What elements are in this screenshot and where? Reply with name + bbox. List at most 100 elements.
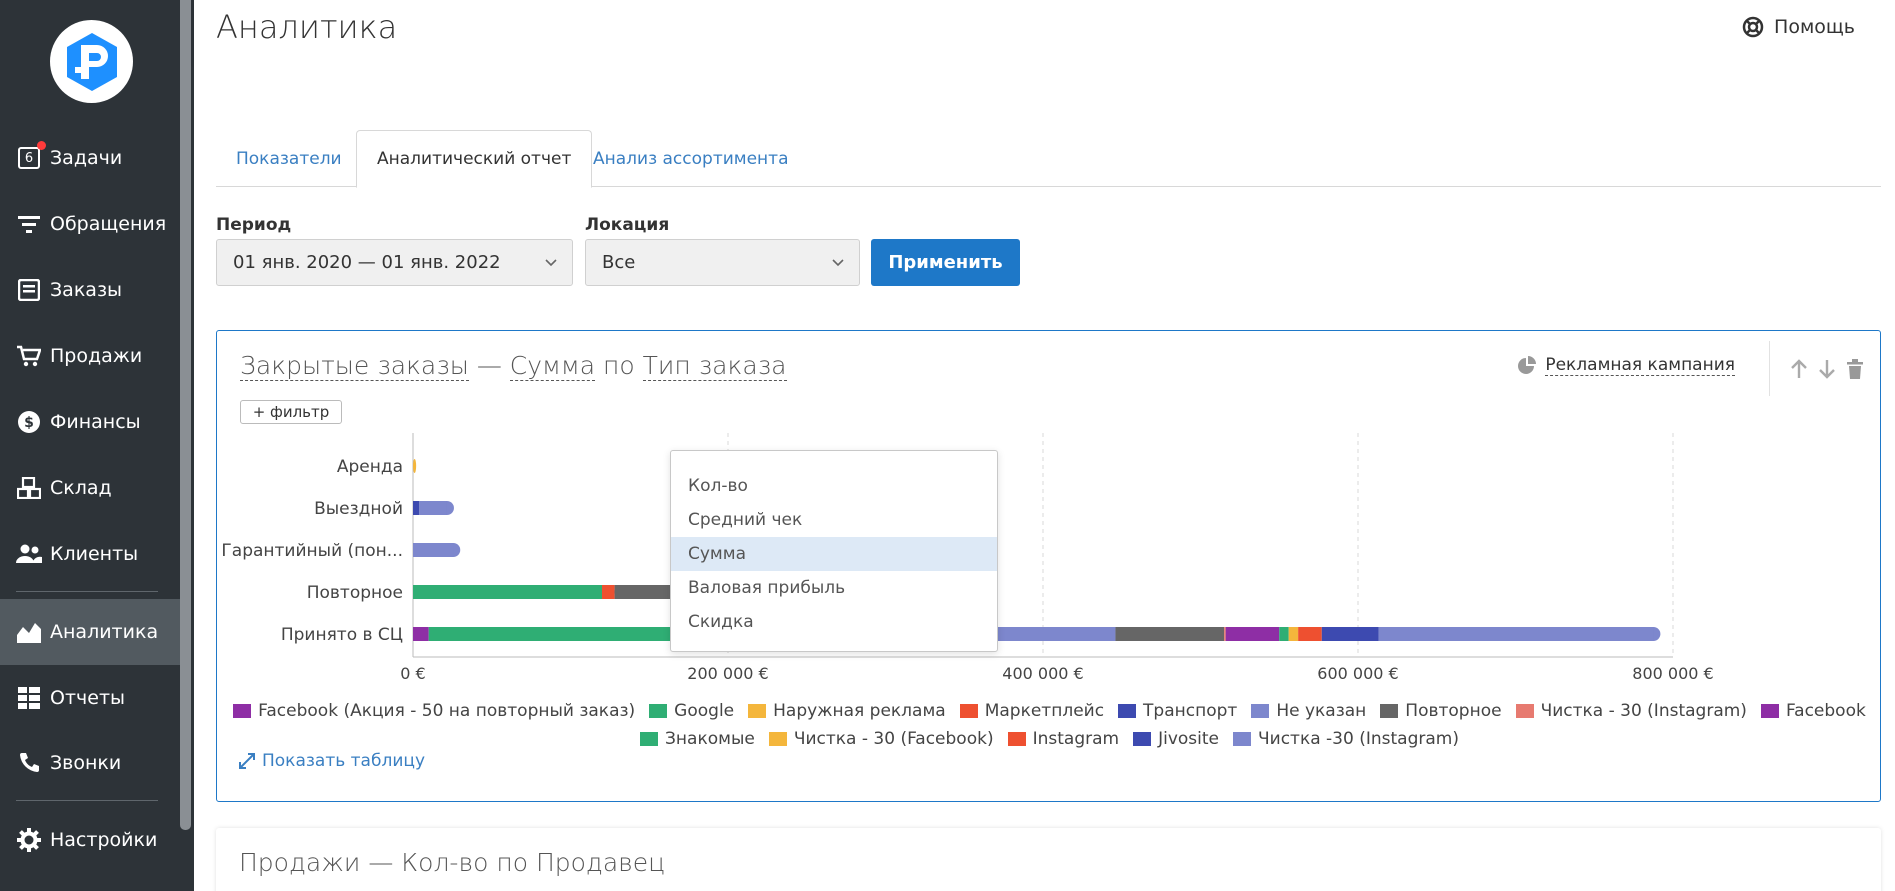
stacked-bar-chart: 0 € 200 000 € 400 000 € 600 000 € 800 000 € А…	[221, 433, 1714, 681]
x-tick-label: 800 000 €	[1632, 664, 1713, 681]
sidebar-item-warehouse[interactable]: Склад	[0, 456, 180, 520]
sidebar-item-label: Клиенты	[50, 543, 139, 565]
legend-label: Транспорт	[1143, 701, 1238, 721]
report-card: Закрытые заказы — Сумма по Тип заказа Ре…	[216, 330, 1881, 802]
sidebar-item-clients[interactable]: Клиенты	[0, 522, 180, 586]
legend-label: Чистка - 30 (Instagram)	[1540, 701, 1747, 721]
bar-segment[interactable]	[1224, 627, 1226, 641]
bar-segment[interactable]	[419, 501, 447, 515]
report-metric[interactable]: Кол-во	[401, 848, 488, 877]
sidebar-item-label: Аналитика	[50, 621, 159, 643]
dollar-icon: $	[16, 409, 42, 435]
bar-segment[interactable]	[1378, 627, 1654, 641]
metric-option[interactable]: Сумма	[671, 537, 997, 571]
legend-item[interactable]: Чистка - 30 (Facebook)	[768, 729, 994, 749]
sidebar-item-calls[interactable]: Звонки	[0, 731, 180, 795]
sidebar-item-label: Отчеты	[50, 687, 126, 709]
sidebar-item-reports[interactable]: Отчеты	[0, 666, 180, 730]
location-label: Локация	[585, 215, 670, 235]
sidebar-item-tasks[interactable]: 6 Задачи	[0, 126, 180, 190]
tab-analytic-report[interactable]: Аналитический отчет	[356, 130, 593, 188]
report-group[interactable]: Продавец	[536, 848, 665, 877]
tab-assortment-analysis[interactable]: Анализ ассортимента	[573, 130, 809, 187]
legend-item[interactable]: Facebook (Акция - 50 на повторный заказ)	[233, 701, 635, 721]
legend-label: Маркетплейс	[984, 701, 1105, 721]
legend-item[interactable]: Транспорт	[1118, 701, 1237, 721]
tab-indicators[interactable]: Показатели	[216, 130, 362, 187]
legend-label: Чистка -30 (Instagram)	[1258, 729, 1459, 749]
legend-item[interactable]: Маркетплейс	[959, 701, 1105, 721]
phone-icon	[16, 750, 42, 776]
bar-segment[interactable]	[413, 501, 420, 515]
sidebar-item-label: Настройки	[50, 829, 158, 851]
metric-option[interactable]: Валовая прибыль	[671, 571, 997, 605]
title-by: по	[496, 848, 528, 877]
help-link[interactable]: Помощь	[1742, 16, 1855, 38]
chart-area-icon	[16, 619, 42, 645]
sidebar-item-settings[interactable]: Настройки	[0, 808, 180, 872]
bar-segment[interactable]	[602, 585, 615, 599]
sidebar-item-requests[interactable]: Обращения	[0, 192, 180, 256]
bar-segment[interactable]	[413, 627, 429, 641]
legend-label: Google	[674, 701, 735, 721]
bar-segment[interactable]	[1225, 627, 1280, 641]
x-tick-label: 0 €	[400, 664, 425, 681]
report-entity[interactable]: Продажи	[239, 848, 360, 877]
help-label: Помощь	[1774, 16, 1855, 38]
legend-item[interactable]: Google	[649, 701, 734, 721]
legend-item[interactable]: Чистка -30 (Instagram)	[1233, 729, 1459, 749]
legend-item[interactable]: Чистка - 30 (Instagram)	[1515, 701, 1747, 721]
legend-label: Знакомые	[665, 729, 755, 749]
apply-button[interactable]: Применить	[871, 239, 1020, 286]
location-value: Все	[602, 252, 636, 273]
sidebar-item-analytics[interactable]: Аналитика	[0, 599, 180, 665]
users-icon	[16, 541, 42, 567]
y-category-label: Выездной	[314, 499, 403, 519]
sidebar-item-sales[interactable]: Продажи	[0, 324, 180, 388]
bar-segment[interactable]	[1115, 627, 1225, 641]
period-value: 01 янв. 2020 — 01 янв. 2022	[233, 252, 501, 273]
sidebar: 6 Задачи Обращения Заказы Продажи $ Фина…	[0, 0, 194, 891]
chart-legend: Знакомые Чистка - 30 (Facebook) Instagram J…	[217, 729, 1882, 749]
metric-option[interactable]: Скидка	[671, 605, 997, 639]
bar-segment[interactable]	[413, 543, 454, 557]
bar-segment[interactable]	[1288, 627, 1299, 641]
legend-item[interactable]: Jivosite	[1133, 729, 1219, 749]
top-header: Аналитика Помощь	[194, 0, 1895, 64]
legend-item[interactable]: Не указан	[1251, 701, 1366, 721]
legend-item[interactable]: Знакомые	[640, 729, 755, 749]
bar-segment[interactable]	[1298, 627, 1322, 641]
legend-swatch	[1515, 704, 1534, 718]
bar-segment[interactable]	[413, 585, 602, 599]
metric-option[interactable]: Средний чек	[671, 503, 997, 537]
show-table-link[interactable]: Показать таблицу	[239, 751, 425, 771]
legend-swatch	[1251, 704, 1270, 718]
legend-item[interactable]: Повторное	[1380, 701, 1502, 721]
legend-item[interactable]: Instagram	[1007, 729, 1119, 749]
sidebar-item-finance[interactable]: $ Финансы	[0, 390, 180, 454]
legend-label: Facebook (Акция - 50 на повторный заказ)	[258, 701, 636, 721]
period-label: Период	[216, 215, 292, 235]
legend-item[interactable]: Наружная реклама	[748, 701, 946, 721]
sidebar-item-label: Задачи	[50, 147, 123, 169]
metric-option[interactable]: Кол-во	[671, 469, 997, 503]
legend-swatch	[649, 704, 668, 718]
bar-segment[interactable]	[1321, 627, 1379, 641]
legend-label: Наружная реклама	[773, 701, 946, 721]
bar-segment[interactable]	[413, 459, 417, 473]
sidebar-item-label: Склад	[50, 477, 112, 499]
sidebar-scrollbar[interactable]	[180, 0, 191, 830]
sidebar-item-label: Финансы	[50, 411, 141, 433]
legend-swatch	[748, 704, 767, 718]
boxes-icon	[16, 475, 42, 501]
location-select[interactable]: Все	[585, 239, 860, 286]
legend-swatch	[1233, 732, 1251, 746]
sidebar-item-orders[interactable]: Заказы	[0, 258, 180, 322]
app-logo[interactable]	[50, 20, 133, 103]
legend-item[interactable]: Facebook	[1760, 701, 1866, 721]
legend-swatch	[1118, 704, 1137, 718]
legend-swatch	[233, 704, 252, 718]
bar-segment[interactable]	[1279, 627, 1289, 641]
sidebar-item-label: Звонки	[50, 752, 122, 774]
period-select[interactable]: 01 янв. 2020 — 01 янв. 2022	[216, 239, 573, 286]
